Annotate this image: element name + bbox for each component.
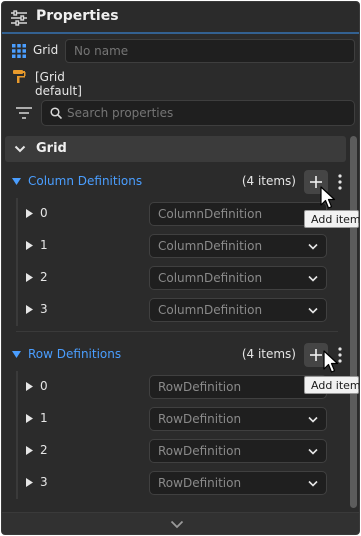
row-definitions-count: (4 items) <box>241 347 296 361</box>
title-accent-line <box>2 32 359 34</box>
mouse-cursor-icon <box>320 186 336 209</box>
chevron-down-icon <box>308 480 318 487</box>
item-index: 1 <box>40 411 48 425</box>
paint-brush-icon <box>13 70 26 83</box>
filter-icon[interactable] <box>16 106 32 120</box>
item-value-dropdown[interactable]: ColumnDefinition <box>149 266 327 290</box>
item-value-dropdown[interactable]: RowDefinition <box>149 439 327 463</box>
element-type-label: Grid <box>33 43 59 57</box>
item-value-dropdown[interactable]: RowDefinition <box>149 471 327 495</box>
list-item: 1 RowDefinition <box>16 407 346 431</box>
collapsed-triangle-icon[interactable] <box>26 241 33 250</box>
list-item: 3 RowDefinition <box>16 471 346 495</box>
title-bar: Properties <box>2 2 359 34</box>
column-definitions-title: Column Definitions <box>28 174 143 188</box>
item-index: 0 <box>40 206 48 220</box>
list-item: 2 RowDefinition <box>16 439 346 463</box>
list-item: 1 ColumnDefinition <box>16 234 346 258</box>
collapsed-triangle-icon[interactable] <box>26 209 33 218</box>
item-value: ColumnDefinition <box>158 303 263 317</box>
chevron-down-icon <box>308 243 318 250</box>
row-definitions-header[interactable]: Row Definitions (4 items) <box>10 343 346 367</box>
grid-icon <box>12 44 26 58</box>
mouse-cursor-icon <box>323 350 339 373</box>
item-value-dropdown[interactable]: ColumnDefinition <box>149 298 327 322</box>
item-value: ColumnDefinition <box>158 207 263 221</box>
item-value: RowDefinition <box>158 412 242 426</box>
item-index: 2 <box>40 443 48 457</box>
collapsed-triangle-icon[interactable] <box>26 446 33 455</box>
collapsed-triangle-icon[interactable] <box>26 414 33 423</box>
properties-panel: Properties Grid [Grid default] <box>1 1 360 535</box>
chevron-down-icon <box>308 448 318 455</box>
element-name-row: Grid <box>10 39 356 63</box>
list-item: 0 ColumnDefinition <box>16 202 346 226</box>
item-index: 3 <box>40 302 48 316</box>
chevron-down-icon <box>308 307 318 314</box>
search-row <box>10 100 356 126</box>
item-value: ColumnDefinition <box>158 239 263 253</box>
chevron-down-icon <box>308 275 318 282</box>
collapsed-triangle-icon[interactable] <box>26 478 33 487</box>
more-options-icon[interactable] <box>336 173 344 191</box>
item-index: 0 <box>40 379 48 393</box>
item-index: 2 <box>40 270 48 284</box>
item-index: 3 <box>40 475 48 489</box>
search-box[interactable] <box>41 100 355 126</box>
add-item-tooltip: Add item <box>304 210 359 228</box>
search-icon <box>50 107 62 119</box>
group-divider <box>16 331 338 332</box>
list-item: 3 ColumnDefinition <box>16 298 346 322</box>
item-value: RowDefinition <box>158 380 242 394</box>
scroll-down-bar[interactable] <box>2 512 359 534</box>
item-value: ColumnDefinition <box>158 271 263 285</box>
item-value: RowDefinition <box>158 444 242 458</box>
search-input[interactable] <box>67 104 347 122</box>
chevron-down-icon <box>170 520 184 529</box>
scrollbar-thumb[interactable] <box>350 136 357 508</box>
add-item-tooltip: Add item <box>304 376 359 394</box>
chevron-down-icon <box>308 416 318 423</box>
collapsed-triangle-icon[interactable] <box>26 382 33 391</box>
list-item: 0 RowDefinition <box>16 375 346 399</box>
collapsed-triangle-icon[interactable] <box>26 273 33 282</box>
item-value: RowDefinition <box>158 476 242 490</box>
expanded-triangle-icon[interactable] <box>12 351 21 359</box>
panel-title: Properties <box>36 8 119 24</box>
list-item: 2 ColumnDefinition <box>16 266 346 290</box>
item-value-field[interactable]: RowDefinition <box>149 375 327 399</box>
collapsed-triangle-icon[interactable] <box>26 305 33 314</box>
plus-icon <box>310 349 322 361</box>
element-name-input[interactable] <box>65 39 355 63</box>
chevron-down-icon <box>14 145 26 153</box>
item-value-dropdown[interactable]: RowDefinition <box>149 407 327 431</box>
item-value-dropdown[interactable]: ColumnDefinition <box>149 234 327 258</box>
element-style-label[interactable]: [Grid default] <box>35 70 82 98</box>
item-value-field[interactable]: ColumnDefinition <box>149 202 327 226</box>
column-definitions-header[interactable]: Column Definitions (4 items) <box>10 170 346 194</box>
grid-section-header[interactable]: Grid <box>5 136 346 162</box>
sliders-icon <box>11 10 27 26</box>
section-title: Grid <box>36 141 67 156</box>
column-definitions-count: (4 items) <box>241 174 296 188</box>
item-index: 1 <box>40 238 48 252</box>
expanded-triangle-icon[interactable] <box>12 178 21 186</box>
row-definitions-title: Row Definitions <box>28 347 122 361</box>
